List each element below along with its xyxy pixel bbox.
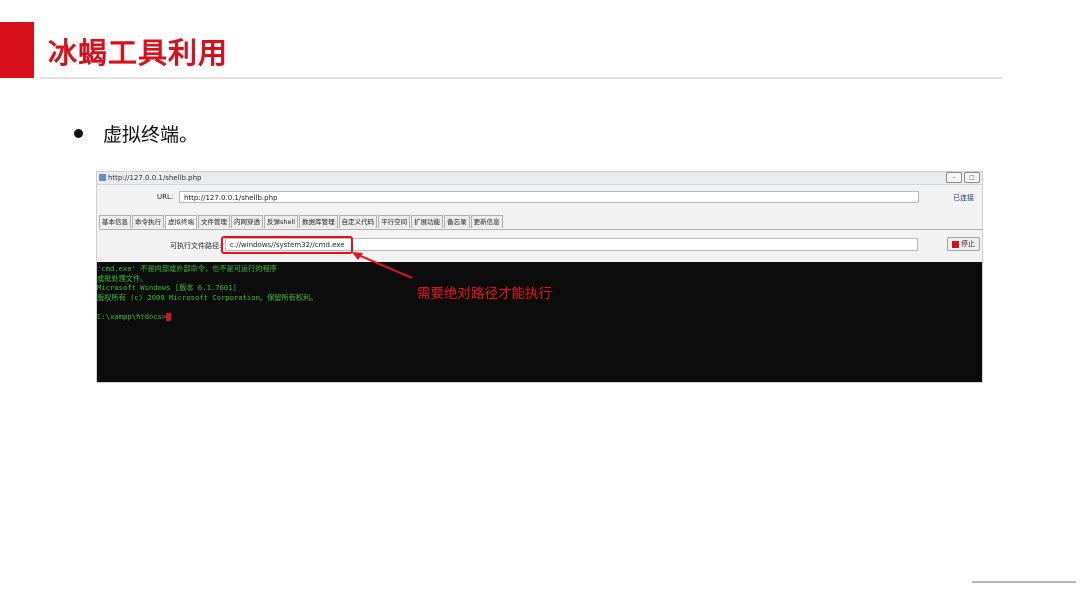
tab-extensions[interactable]: 扩展功能 bbox=[411, 215, 444, 228]
bullet-item: 虚拟终端。 bbox=[74, 120, 198, 147]
minimize-button[interactable]: – bbox=[946, 172, 962, 183]
stop-button-label: 停止 bbox=[961, 240, 975, 248]
stop-button[interactable]: 停止 bbox=[947, 237, 980, 251]
tab-virtual-terminal[interactable]: 虚拟终端 bbox=[165, 215, 197, 229]
behinder-window-screenshot: http://127.0.0.1/shellb.php – □ URL: htt… bbox=[96, 171, 983, 383]
tab-file-manager[interactable]: 文件管理 bbox=[198, 215, 230, 228]
title-accent-bar bbox=[0, 22, 34, 78]
tab-memo[interactable]: 备忘录 bbox=[444, 215, 470, 228]
terminal-line: 'cmd.exe' 不是内部或外部命令，也不是可运行的程序 bbox=[97, 264, 277, 273]
url-input[interactable]: http://127.0.0.1/shellb.php bbox=[179, 191, 919, 203]
tab-database[interactable]: 数据库管理 bbox=[299, 215, 338, 228]
stop-icon bbox=[952, 240, 959, 248]
connection-status: 已连接 bbox=[953, 194, 974, 202]
bullet-text: 虚拟终端。 bbox=[103, 124, 199, 146]
tab-custom-code[interactable]: 自定义代码 bbox=[338, 215, 378, 228]
restore-button[interactable]: □ bbox=[964, 172, 980, 183]
terminal-cursor bbox=[166, 312, 172, 321]
tab-parallel-space[interactable]: 平行空间 bbox=[378, 215, 411, 228]
tab-reverse-shell[interactable]: 反弹shell bbox=[264, 215, 299, 228]
window-titlebar: http://127.0.0.1/shellb.php – □ bbox=[97, 172, 982, 185]
tab-intranet-tunnel[interactable]: 内网穿透 bbox=[231, 215, 263, 228]
tab-update-info[interactable]: 更新信息 bbox=[470, 215, 503, 228]
tab-bar: 基本信息 命令执行 虚拟终端 文件管理 内网穿透 反弹shell 数据库管理 自… bbox=[99, 215, 982, 230]
slide-title: 冰蝎工具利用 bbox=[48, 36, 229, 70]
terminal-prompt-text: C:\xampp\htdocs> bbox=[97, 311, 167, 321]
app-icon bbox=[99, 174, 106, 181]
bullet-dot-icon bbox=[74, 129, 83, 138]
terminal-prompt: C:\xampp\htdocs> bbox=[97, 312, 982, 322]
url-label: URL: bbox=[157, 193, 174, 201]
tab-basic-info[interactable]: 基本信息 bbox=[99, 215, 131, 228]
window-title: http://127.0.0.1/shellb.php bbox=[108, 174, 202, 182]
terminal-output[interactable]: 'cmd.exe' 不是内部或外部命令，也不是可运行的程序 或批处理文件。 Mi… bbox=[97, 262, 982, 382]
tab-command-exec[interactable]: 命令执行 bbox=[132, 215, 164, 228]
callout-arrow-icon bbox=[352, 252, 413, 279]
exec-path-label: 可执行文件路径: bbox=[170, 242, 222, 250]
footer-divider bbox=[972, 581, 1076, 583]
callout-highlight-box bbox=[221, 236, 353, 254]
title-divider bbox=[40, 77, 1002, 79]
url-row: URL: http://127.0.0.1/shellb.php 已连接 bbox=[97, 190, 982, 206]
annotation-text: 需要绝对路径才能执行 bbox=[417, 286, 552, 302]
